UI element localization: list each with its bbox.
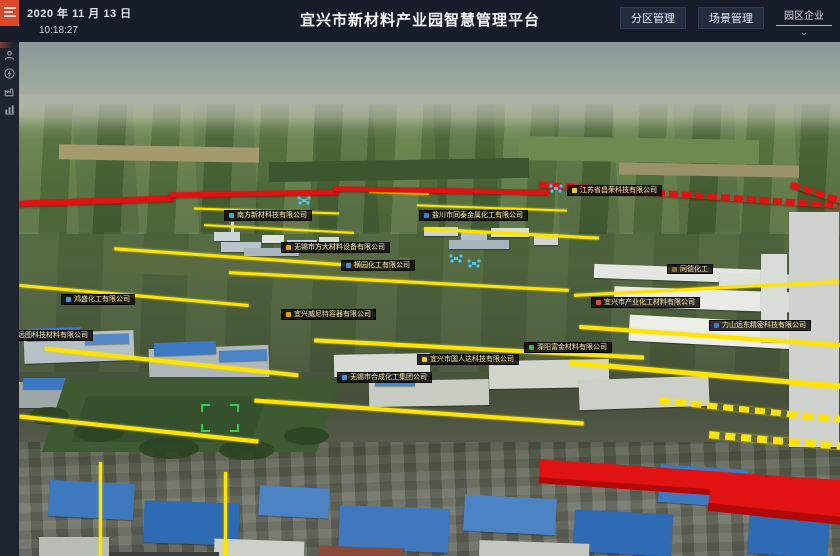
company-label[interactable]: 溧阳富金材料有限公司 — [524, 342, 612, 353]
drone-icon[interactable] — [297, 192, 311, 201]
company-label[interactable]: 宜兴市国人达科技有限公司 — [417, 354, 519, 365]
company-label-text: 横园化工有限公司 — [354, 261, 410, 270]
horizon-haze — [19, 94, 840, 138]
company-marker-icon — [424, 213, 429, 218]
company-label-text: 宜兴市产业化工材料有限公司 — [604, 298, 695, 307]
company-label[interactable]: 宜兴市产业化工材料有限公司 — [591, 297, 700, 308]
company-marker-icon — [422, 357, 427, 362]
company-marker-icon — [66, 297, 71, 302]
company-label[interactable]: 力山远东精密科技有限公司 — [709, 320, 811, 331]
sidebar-item-power[interactable] — [0, 66, 19, 84]
company-marker-icon — [529, 345, 534, 350]
company-marker-icon — [346, 263, 351, 268]
company-label[interactable]: 无锡市合成化工集团公司 — [337, 372, 432, 383]
company-label-text: 溧阳富金材料有限公司 — [537, 343, 607, 352]
company-label-text: 宜兴威尼特容器有限公司 — [294, 310, 371, 319]
company-label[interactable]: 远图科技材料有限公司 — [19, 330, 93, 341]
map-3d-viewport[interactable]: 南方新材科技有限公司 盐川市同泰金属化工有限公司 无锡市方大材料设备有限公司 横… — [19, 42, 840, 556]
company-label-text: 远图科技材料有限公司 — [19, 331, 88, 340]
sidebar-item-factory[interactable] — [0, 84, 19, 102]
app-window: 2020 年 11 月 13 日 10:18:27 宜兴市新材料产业园智慧管理平… — [0, 0, 840, 556]
company-label-text: 无锡市方大材料设备有限公司 — [294, 243, 385, 252]
company-label-text: 力山远东精密科技有限公司 — [722, 321, 806, 330]
drone-icon[interactable] — [467, 255, 481, 264]
park-enterprise-dropdown[interactable]: 园区企业 ⌄ — [776, 7, 832, 37]
person-icon — [4, 48, 15, 66]
company-label-text: 江苏省昌荣科技有限公司 — [580, 186, 657, 195]
company-marker-icon — [342, 375, 347, 380]
dropdown-label: 园区企业 — [776, 7, 832, 26]
company-label[interactable]: 鸿盛化工有限公司 — [61, 294, 135, 305]
company-label-text: 同德化工 — [680, 265, 708, 274]
factory-icon — [4, 84, 15, 102]
company-marker-icon — [286, 312, 291, 317]
scene-manage-button[interactable]: 场景管理 — [698, 7, 764, 29]
company-label-text: 无锡市合成化工集团公司 — [350, 373, 427, 382]
left-sidebar — [0, 26, 19, 556]
current-date: 2020 年 11 月 13 日 — [27, 5, 132, 21]
company-marker-icon — [596, 300, 601, 305]
company-label[interactable]: 江苏省昌荣科技有限公司 — [567, 185, 662, 196]
company-marker-icon — [672, 267, 677, 272]
company-label-text: 盐川市同泰金属化工有限公司 — [432, 211, 523, 220]
company-label[interactable]: 无锡市方大材料设备有限公司 — [281, 242, 390, 253]
datetime-block: 2020 年 11 月 13 日 10:18:27 — [27, 5, 132, 36]
zone-manage-button[interactable]: 分区管理 — [620, 7, 686, 29]
current-time: 10:18:27 — [39, 25, 132, 36]
drone-icon[interactable] — [549, 180, 563, 189]
company-label-text: 鸿盛化工有限公司 — [74, 295, 130, 304]
company-marker-icon — [229, 213, 234, 218]
drone-icon[interactable] — [449, 250, 463, 259]
menu-button[interactable] — [0, 0, 19, 26]
company-label[interactable]: 盐川市同泰金属化工有限公司 — [419, 210, 528, 221]
company-marker-icon — [572, 188, 577, 193]
sidebar-item-statistics[interactable] — [0, 102, 19, 120]
company-label[interactable]: 同德化工 — [667, 264, 713, 274]
company-marker-icon — [286, 245, 291, 250]
power-icon — [4, 66, 15, 84]
selection-reticle — [201, 404, 239, 432]
company-marker-icon — [714, 323, 719, 328]
company-label-text: 南方新材科技有限公司 — [237, 211, 307, 220]
company-label[interactable]: 南方新材科技有限公司 — [224, 210, 312, 221]
header-actions: 分区管理 场景管理 园区企业 ⌄ — [620, 7, 832, 37]
top-header-bar: 2020 年 11 月 13 日 10:18:27 宜兴市新材料产业园智慧管理平… — [0, 0, 840, 42]
sidebar-item-person[interactable] — [0, 48, 19, 66]
chevron-down-icon: ⌄ — [776, 28, 832, 37]
company-label[interactable]: 宜兴威尼特容器有限公司 — [281, 309, 376, 320]
hamburger-icon — [4, 4, 16, 22]
company-label[interactable]: 横园化工有限公司 — [341, 260, 415, 271]
company-label-text: 宜兴市国人达科技有限公司 — [430, 355, 514, 364]
bar-chart-icon — [4, 102, 15, 120]
